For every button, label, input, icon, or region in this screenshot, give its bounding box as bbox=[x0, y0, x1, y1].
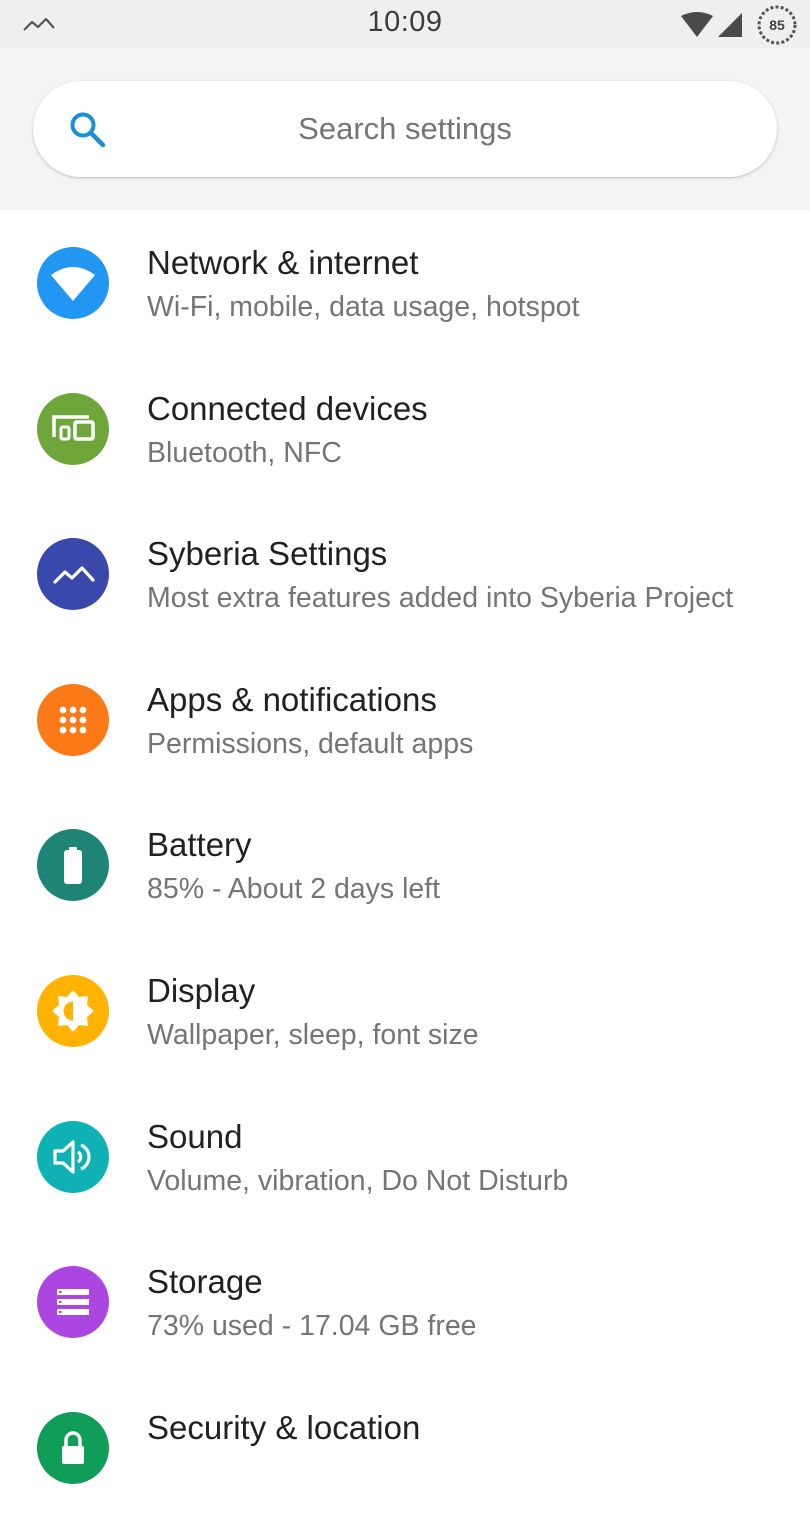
settings-item-subtitle: Most extra features added into Syberia P… bbox=[147, 582, 734, 615]
storage-icon bbox=[37, 1266, 109, 1339]
wifi-signal-icon bbox=[681, 12, 713, 37]
settings-item-subtitle: Volume, vibration, Do Not Disturb bbox=[147, 1164, 569, 1197]
settings-item-subtitle: Bluetooth, NFC bbox=[147, 436, 342, 469]
settings-item-subtitle: Wi-Fi, mobile, data usage, hotspot bbox=[147, 291, 580, 323]
lock-icon bbox=[37, 1411, 109, 1484]
settings-item-network[interactable]: Network & internet Wi-Fi, mobile, data u… bbox=[0, 210, 810, 356]
settings-item-apps[interactable]: Apps & notifications Permissions, defaul… bbox=[0, 647, 810, 793]
settings-item-storage[interactable]: Storage 73% used - 17.04 GB free bbox=[0, 1229, 810, 1375]
syberia-icon bbox=[37, 538, 109, 611]
settings-item-display[interactable]: Display Wallpaper, sleep, font size bbox=[0, 938, 810, 1084]
brightness-icon bbox=[37, 974, 109, 1047]
settings-item-subtitle: 85% - About 2 days left bbox=[147, 873, 441, 906]
settings-item-title: Battery bbox=[147, 826, 252, 864]
settings-item-security[interactable]: Security & location bbox=[0, 1375, 810, 1520]
cell-signal-icon bbox=[718, 13, 742, 37]
devices-icon bbox=[37, 392, 109, 465]
battery-percent: 85 bbox=[769, 17, 785, 33]
settings-item-subtitle: 73% used - 17.04 GB free bbox=[147, 1310, 477, 1343]
settings-item-subtitle: Permissions, default apps bbox=[147, 727, 474, 760]
settings-item-connected-devices[interactable]: Connected devices Bluetooth, NFC bbox=[0, 356, 810, 502]
settings-item-sound[interactable]: Sound Volume, vibration, Do Not Disturb bbox=[0, 1084, 810, 1230]
settings-item-title: Network & internet bbox=[147, 244, 419, 281]
apps-grid-icon bbox=[37, 683, 109, 756]
settings-item-title: Storage bbox=[147, 1263, 263, 1301]
settings-item-title: Apps & notifications bbox=[147, 680, 437, 718]
settings-item-title: Security & location bbox=[147, 1408, 421, 1446]
status-bar: 10:09 85 bbox=[0, 0, 810, 48]
settings-item-syberia[interactable]: Syberia Settings Most extra features add… bbox=[0, 501, 810, 647]
battery-icon bbox=[37, 829, 109, 902]
search-bar[interactable]: Search settings bbox=[33, 81, 777, 177]
settings-item-subtitle: Wallpaper, sleep, font size bbox=[147, 1018, 479, 1051]
search-placeholder[interactable]: Search settings bbox=[33, 111, 777, 147]
settings-item-title: Display bbox=[147, 971, 256, 1009]
settings-item-title: Connected devices bbox=[147, 389, 428, 427]
settings-item-title: Sound bbox=[147, 1117, 243, 1155]
wifi-icon bbox=[37, 247, 109, 319]
settings-item-title: Syberia Settings bbox=[147, 535, 388, 573]
settings-list: Network & internet Wi-Fi, mobile, data u… bbox=[0, 210, 810, 1520]
volume-icon bbox=[37, 1120, 109, 1193]
settings-item-battery[interactable]: Battery 85% - About 2 days left bbox=[0, 792, 810, 938]
search-area: Search settings bbox=[0, 48, 810, 210]
